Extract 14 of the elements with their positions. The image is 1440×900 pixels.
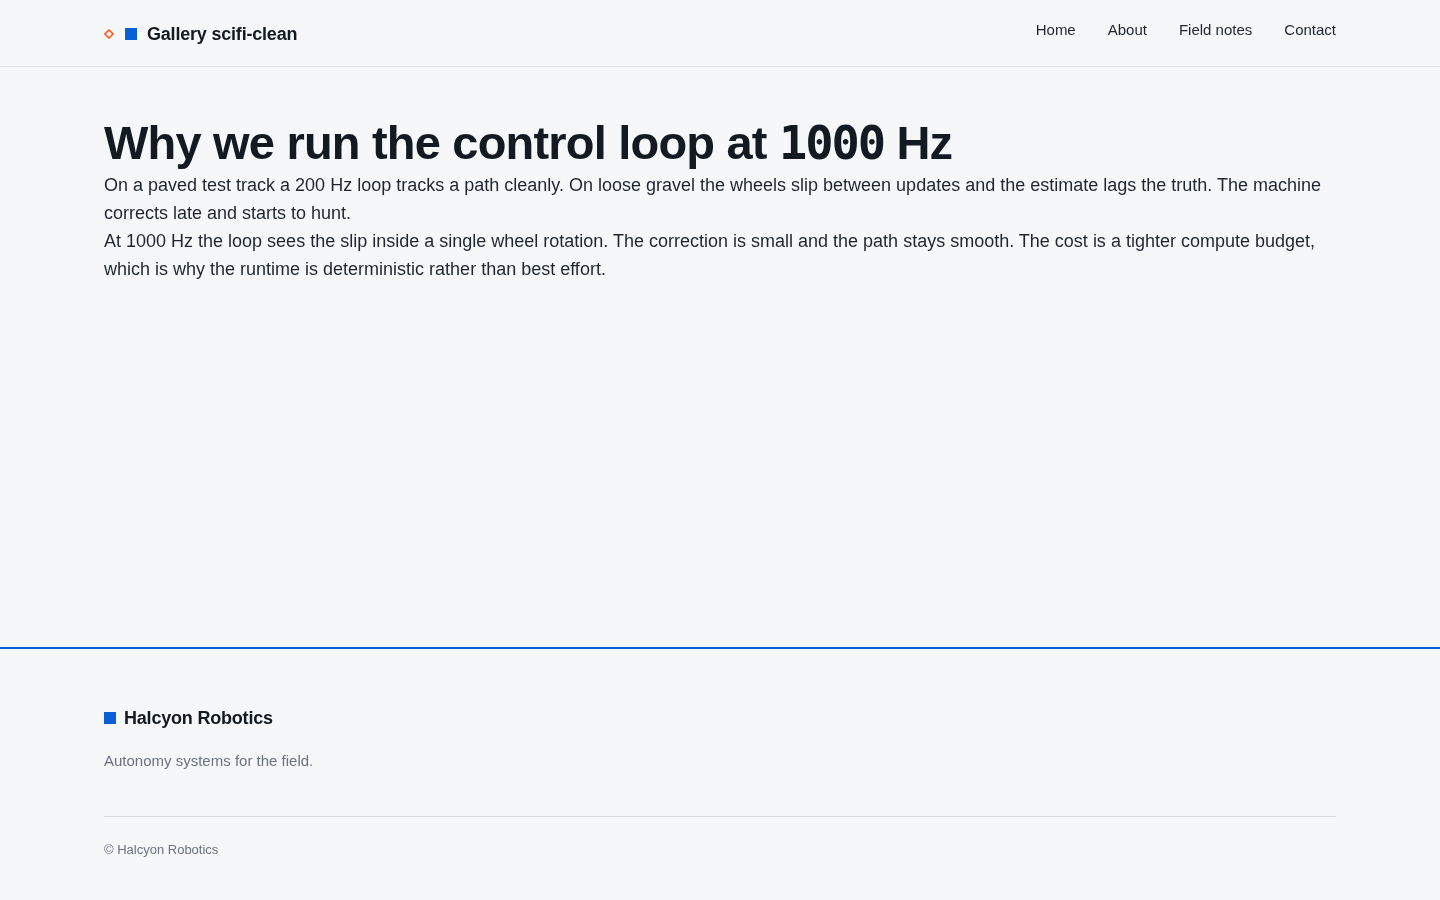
body-paragraph: At 1000 Hz the loop sees the slip inside a single wheel rotation. The correction is small and the path stays smooth. The cost is a tighter compute budget, which is why the runtime is deterministic rather than best effort. bbox=[104, 230, 1316, 281]
nav-link[interactable]: About bbox=[1107, 20, 1147, 40]
brand-link[interactable]: Gallery scifi-clean bbox=[147, 22, 298, 46]
nav-link[interactable]: Field notes bbox=[1178, 20, 1253, 40]
body-paragraph: On a paved test track a 200 Hz loop tracks a path cleanly. On loose gravel the wheels slip between updates and the estimate lags the truth. The machine corrects late and starts to hunt. bbox=[104, 174, 1323, 225]
footer-tagline: Autonomy systems for the field. bbox=[104, 751, 315, 771]
article-title: Why we run the control loop at 1000 Hz bbox=[104, 117, 954, 169]
footer-brand: Halcyon Robotics bbox=[124, 707, 273, 730]
square-icon bbox=[104, 712, 116, 724]
diamond-icon bbox=[104, 29, 114, 39]
copyright-text: © Halcyon Robotics bbox=[104, 841, 220, 859]
nav-link[interactable]: Contact bbox=[1284, 20, 1336, 40]
nav-link[interactable]: Home bbox=[1035, 20, 1076, 40]
square-icon bbox=[125, 28, 137, 40]
